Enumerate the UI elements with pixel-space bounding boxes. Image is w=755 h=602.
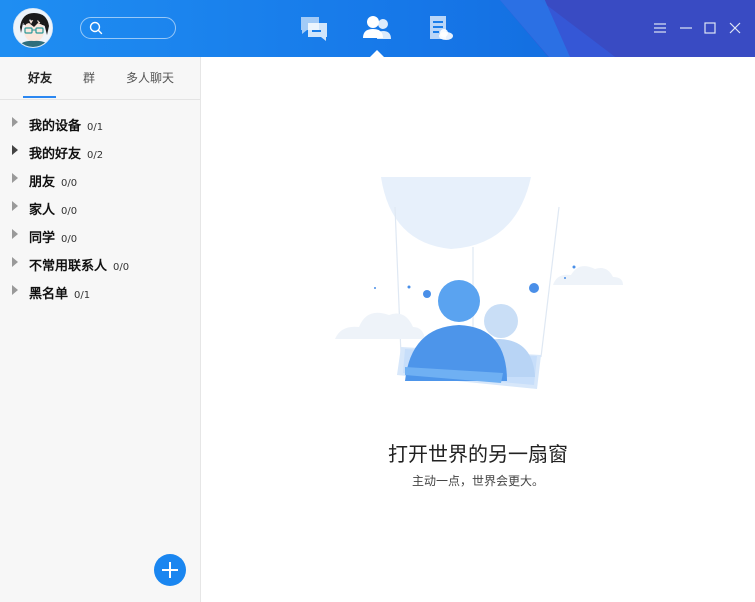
tab-friends[interactable]: 好友	[28, 69, 52, 86]
chevron-right-icon	[12, 117, 18, 127]
avatar[interactable]	[13, 8, 53, 48]
group-name: 朋友	[29, 175, 56, 190]
contact-group[interactable]: 我的设备 0/1	[0, 110, 200, 136]
group-name: 同学	[29, 231, 56, 246]
contact-group[interactable]: 我的好友 0/2	[0, 138, 200, 164]
chevron-right-icon	[12, 173, 18, 183]
group-count: 0/0	[61, 234, 78, 245]
contact-tabs: 好友 群 多人聊天	[0, 57, 200, 100]
group-name: 我的好友	[29, 147, 82, 162]
contact-group[interactable]: 黑名单 0/1	[0, 278, 200, 304]
minimize-button[interactable]	[676, 18, 696, 38]
main-panel: 打开世界的另一扇窗 主动一点，世界会更大。	[201, 57, 755, 602]
empty-state-title: 打开世界的另一扇窗	[388, 442, 568, 466]
group-name: 黑名单	[29, 287, 69, 302]
title-bar	[0, 0, 755, 57]
group-count: 0/1	[74, 290, 91, 301]
minimize-icon	[680, 27, 692, 29]
contact-group[interactable]: 朋友 0/0	[0, 166, 200, 192]
close-button[interactable]	[725, 18, 745, 38]
avatar-image	[14, 9, 52, 47]
add-contact-button[interactable]	[154, 554, 186, 586]
contact-group[interactable]: 不常用联系人 0/0	[0, 250, 200, 276]
chevron-right-icon	[12, 201, 18, 211]
group-name: 家人	[29, 203, 56, 218]
empty-state-subtitle: 主动一点，世界会更大。	[411, 474, 544, 488]
group-count: 0/0	[61, 178, 78, 189]
app-window: 好友 群 多人聊天 我的设备 0/1 我的好友 0/2 朋友 0/0 家人 0/0 同学…	[0, 0, 755, 602]
chevron-right-icon	[12, 229, 18, 239]
group-name: 我的设备	[29, 119, 82, 134]
close-icon	[729, 22, 741, 34]
menu-icon	[654, 23, 666, 33]
active-tab-indicator	[370, 50, 384, 57]
contact-group[interactable]: 家人 0/0	[0, 194, 200, 220]
hot-air-balloon-illustration	[335, 177, 623, 389]
search-input[interactable]	[107, 20, 175, 38]
chevron-right-icon	[12, 285, 18, 295]
search-icon	[89, 21, 103, 35]
group-count: 0/0	[61, 206, 78, 217]
tab-underline	[23, 96, 56, 98]
chevron-right-icon	[12, 145, 18, 155]
tab-multi-chat[interactable]: 多人聊天	[126, 69, 174, 86]
maximize-icon	[704, 22, 716, 34]
contacts-icon	[363, 16, 391, 39]
group-count: 0/1	[87, 122, 104, 133]
sidebar: 好友 群 多人聊天 我的设备 0/1 我的好友 0/2 朋友 0/0 家人 0/0 同学…	[0, 57, 201, 602]
nav-notes[interactable]	[427, 14, 457, 42]
chat-icon	[301, 17, 327, 41]
menu-button[interactable]	[650, 18, 670, 38]
nav-contacts[interactable]	[362, 14, 392, 42]
group-count: 0/0	[113, 262, 130, 273]
maximize-button[interactable]	[700, 18, 720, 38]
notes-icon	[430, 16, 453, 40]
group-count: 0/2	[87, 150, 104, 161]
nav-messages[interactable]	[299, 14, 329, 42]
group-name: 不常用联系人	[29, 259, 108, 274]
tab-groups[interactable]: 群	[83, 69, 95, 86]
search-box[interactable]	[80, 17, 176, 39]
contact-group[interactable]: 同学 0/0	[0, 222, 200, 248]
chevron-right-icon	[12, 257, 18, 267]
